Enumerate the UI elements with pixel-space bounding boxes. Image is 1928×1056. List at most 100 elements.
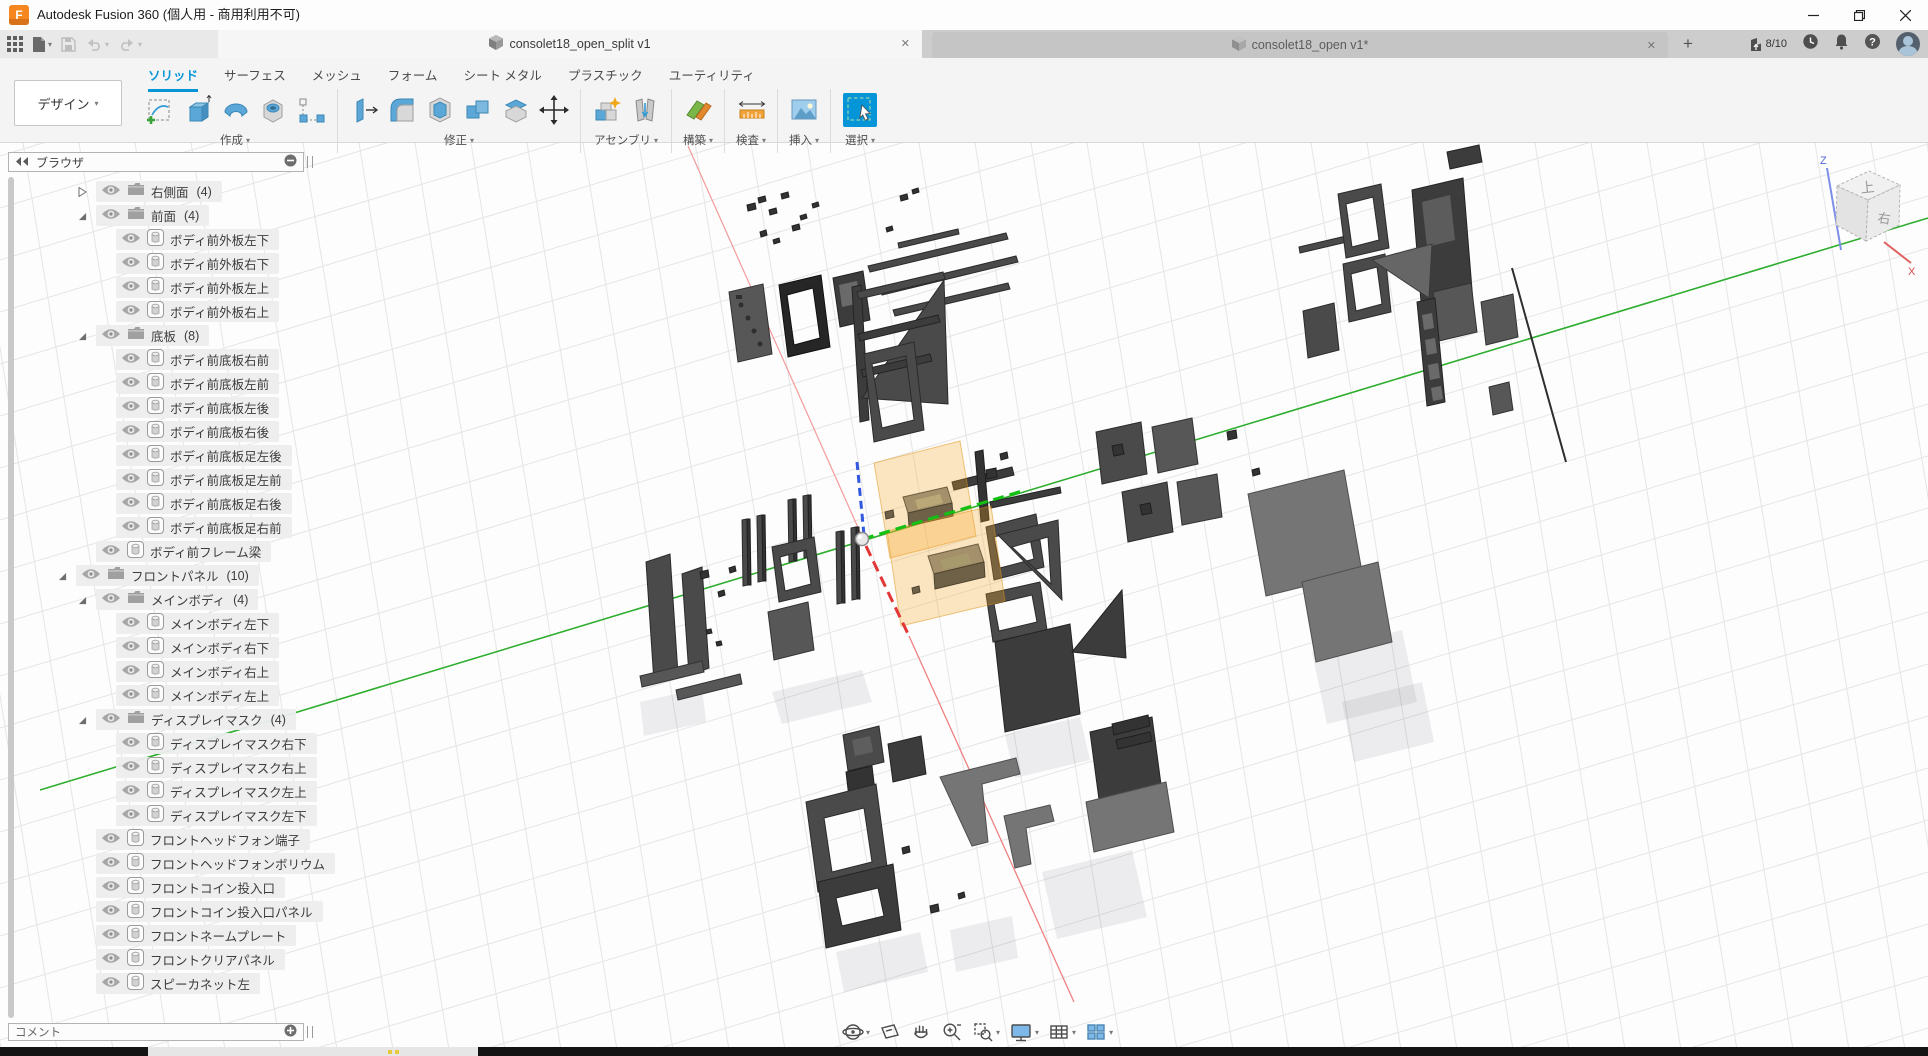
insert-group-label[interactable]: 挿入▾ [789,132,819,148]
display-settings-icon[interactable]: ▾ [1009,1021,1039,1043]
browser-body-row[interactable]: メインボディ左下 [116,613,335,634]
close-button[interactable] [1882,0,1928,30]
visibility-eye-icon[interactable] [121,279,141,297]
visibility-eye-icon[interactable] [101,855,121,873]
browser-folder-row[interactable]: 右側面(4) [76,181,335,202]
file-menu-icon[interactable]: ▾ [32,36,52,53]
browser-body-row[interactable]: ディスプレイマスク左下 [116,805,335,826]
browser-minus-icon[interactable] [284,154,297,170]
browser-body-row[interactable]: ボディ前底板左後 [116,397,335,418]
browser-folder-row[interactable]: メインボディ(4) [76,589,335,610]
collapse-arrow-icon[interactable] [76,210,90,222]
browser-folder-row[interactable]: 底板(8) [76,325,335,346]
notifications-bell-icon[interactable] [1834,33,1849,55]
zoom-icon[interactable] [941,1021,963,1043]
visibility-eye-icon[interactable] [121,423,141,441]
redo-icon[interactable]: ▾ [118,37,142,51]
select-icon[interactable] [838,89,882,131]
inspect-group-label[interactable]: 検査▾ [736,132,766,148]
close-tab-icon[interactable]: ✕ [901,37,910,51]
browser-body-row[interactable]: ボディ前底板足右前 [116,517,335,538]
job-status[interactable]: 8/10 [1749,37,1787,52]
selected-bodies-highlight[interactable] [874,441,1005,626]
undo-icon[interactable]: ▾ [85,37,109,51]
visibility-eye-icon[interactable] [101,831,121,849]
visibility-eye-icon[interactable] [121,687,141,705]
ribbon-tab[interactable]: ユーティリティ [669,65,755,92]
restore-button[interactable] [1836,0,1882,30]
visibility-eye-icon[interactable] [101,975,121,993]
hole-icon[interactable] [254,89,292,131]
visibility-eye-icon[interactable] [121,615,141,633]
ribbon-tab[interactable]: サーフェス [224,65,286,92]
browser-body-row[interactable]: ボディ前底板右前 [116,349,335,370]
zoom-window-icon[interactable]: ▾ [972,1021,1000,1043]
browser-body-row[interactable]: フロントヘッドフォンボリウム [96,853,335,874]
new-tab-button[interactable]: + [1678,34,1698,54]
browser-body-row[interactable]: ボディ前フレーム梁 [96,541,335,562]
visibility-eye-icon[interactable] [121,519,141,537]
browser-body-row[interactable]: フロントコイン投入口パネル [96,901,335,922]
inactive-document-tab[interactable]: consolet18_open v1* ✕ [932,32,1668,58]
assemble-group-label[interactable]: アセンブリ▾ [594,132,658,148]
app-grid-icon[interactable] [7,36,23,52]
visibility-eye-icon[interactable] [101,327,121,345]
browser-body-row[interactable]: ボディ前底板左前 [116,373,335,394]
collapse-arrow-icon[interactable] [76,330,90,342]
visibility-eye-icon[interactable] [121,231,141,249]
visibility-eye-icon[interactable] [121,303,141,321]
visibility-eye-icon[interactable] [121,735,141,753]
fillet-icon[interactable] [383,89,421,131]
browser-body-row[interactable]: ディスプレイマスク右下 [116,733,335,754]
browser-folder-row[interactable]: 前面(4) [76,205,335,226]
browser-body-row[interactable]: ボディ前底板右後 [116,421,335,442]
visibility-eye-icon[interactable] [101,183,121,201]
browser-body-row[interactable]: ボディ前外板左上 [116,277,335,298]
split-body-icon[interactable] [497,89,535,131]
browser-body-row[interactable]: メインボディ左上 [116,685,335,706]
browser-body-row[interactable]: フロントヘッドフォン端子 [96,829,335,850]
joint-icon[interactable] [626,89,664,131]
add-comment-icon[interactable] [284,1024,297,1040]
visibility-eye-icon[interactable] [121,399,141,417]
collapse-arrow-icon[interactable] [76,714,90,726]
select-group-label[interactable]: 選択▾ [845,132,875,148]
help-icon[interactable]: ? [1864,33,1881,55]
extrude-icon[interactable] [178,89,216,131]
expand-arrow-icon[interactable] [76,186,90,198]
collapse-browser-icon[interactable] [15,155,28,169]
browser-folder-row[interactable]: フロントパネル(10) [56,565,335,586]
minimize-button[interactable] [1790,0,1836,30]
visibility-eye-icon[interactable] [121,495,141,513]
visibility-eye-icon[interactable] [101,711,121,729]
visibility-eye-icon[interactable] [121,783,141,801]
comment-bar[interactable]: コメント [8,1023,304,1041]
visibility-eye-icon[interactable] [101,543,121,561]
browser-body-row[interactable]: スピーカネット左 [96,973,335,994]
pattern-icon[interactable] [292,89,330,131]
browser-body-row[interactable]: ボディ前外板右下 [116,253,335,274]
visibility-eye-icon[interactable] [121,471,141,489]
move-icon[interactable] [535,89,573,131]
view-cube[interactable]: Z X 上 右 [1820,155,1916,278]
browser-body-row[interactable]: ボディ前底板足左前 [116,469,335,490]
browser-body-row[interactable]: ボディ前外板右上 [116,301,335,322]
browser-body-row[interactable]: ディスプレイマスク右上 [116,757,335,778]
ribbon-tab[interactable]: メッシュ [312,65,362,92]
construct-group-label[interactable]: 構築▾ [683,132,713,148]
browser-body-row[interactable]: ボディ前外板左下 [116,229,335,250]
revolve-icon[interactable] [216,89,254,131]
insert-canvas-icon[interactable] [785,89,823,131]
visibility-eye-icon[interactable] [101,879,121,897]
browser-body-row[interactable]: メインボディ右下 [116,637,335,658]
visibility-eye-icon[interactable] [81,567,101,585]
look-at-icon[interactable] [879,1021,901,1043]
close-tab-icon[interactable]: ✕ [1647,39,1656,53]
construction-plane-icon[interactable] [679,89,717,131]
browser-body-row[interactable]: ボディ前底板足右後 [116,493,335,514]
shell-icon[interactable] [421,89,459,131]
ribbon-tab[interactable]: フォーム [388,65,438,92]
visibility-eye-icon[interactable] [121,639,141,657]
new-component-icon[interactable] [588,89,626,131]
user-avatar[interactable] [1896,32,1920,56]
